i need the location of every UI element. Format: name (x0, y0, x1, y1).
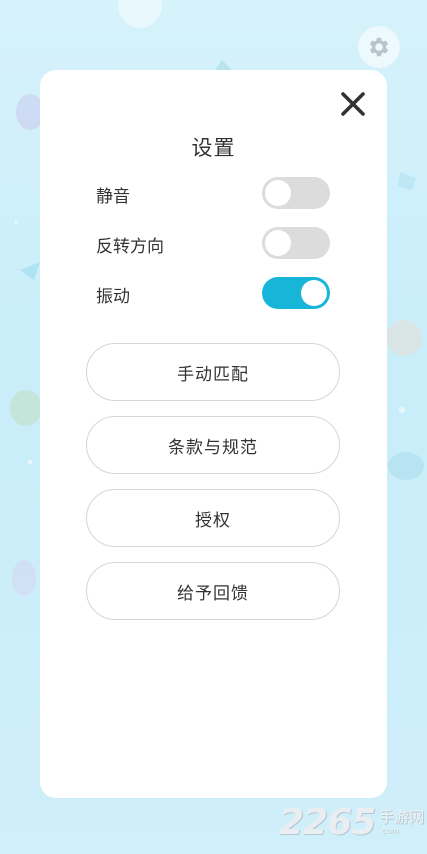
site-watermark: 2265 手游网 .com (279, 801, 425, 843)
settings-gear-button[interactable] (358, 26, 400, 68)
watermark-text: 手游网 .com (379, 807, 425, 835)
settings-panel: 设置 静音 反转方向 振动 手动匹配 条款与规范 授权 给予回馈 (40, 70, 387, 798)
mute-toggle[interactable] (262, 177, 330, 209)
mute-row: 静音 (96, 177, 332, 209)
reverse-direction-label: 反转方向 (96, 237, 164, 257)
vibration-toggle[interactable] (262, 277, 330, 309)
toggle-knob (301, 280, 327, 306)
toggle-knob (265, 230, 291, 256)
watermark-text-en: .com (379, 825, 399, 835)
authorize-button[interactable]: 授权 (86, 489, 340, 547)
close-button[interactable] (337, 88, 369, 120)
toggle-knob (265, 180, 291, 206)
vibration-row: 振动 (96, 277, 332, 309)
gear-icon (369, 37, 389, 57)
settings-title: 设置 (191, 136, 236, 160)
watermark-text-cn: 手游网 (379, 807, 425, 826)
watermark-number: 2265 (279, 801, 376, 843)
feedback-button[interactable]: 给予回馈 (86, 562, 340, 620)
vibration-label: 振动 (96, 287, 130, 307)
manual-match-button[interactable]: 手动匹配 (86, 343, 340, 401)
close-icon (341, 92, 365, 116)
reverse-direction-row: 反转方向 (96, 227, 332, 259)
reverse-direction-toggle[interactable] (262, 227, 330, 259)
mute-label: 静音 (96, 187, 130, 207)
terms-button[interactable]: 条款与规范 (86, 416, 340, 474)
